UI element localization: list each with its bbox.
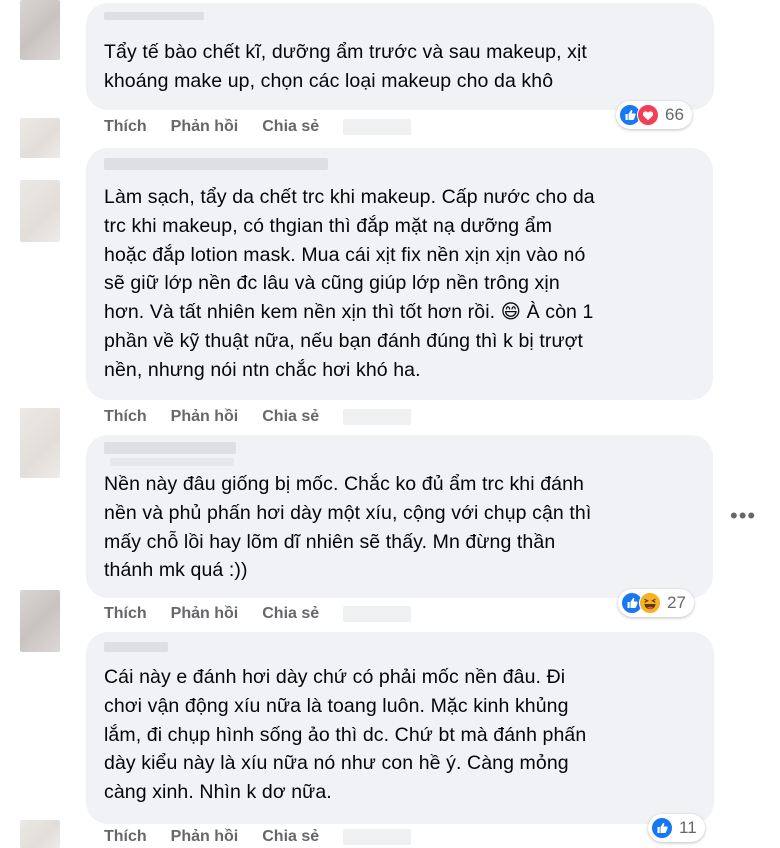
avatar	[20, 408, 60, 478]
reaction-count: 11	[679, 818, 697, 837]
comment-text: Tẩy tế bào chết kĩ, dưỡng ẩm trước và sa…	[104, 41, 587, 92]
share-button[interactable]: Chia sẻ	[262, 605, 319, 623]
like-button[interactable]: Thích	[104, 118, 147, 136]
like-button[interactable]: Thích	[104, 408, 147, 426]
timestamp[interactable]	[343, 409, 412, 425]
comment-actions: Thích Phản hồi Chia sẻ	[104, 118, 412, 136]
more-options-button[interactable]: •••	[730, 505, 756, 527]
share-button[interactable]: Chia sẻ	[262, 408, 319, 426]
avatar	[20, 820, 60, 848]
like-button[interactable]: Thích	[104, 828, 147, 846]
reply-button[interactable]: Phản hồi	[171, 605, 239, 623]
avatar	[20, 118, 60, 158]
avatar[interactable]	[20, 590, 60, 652]
comment-actions: Thích Phản hồi Chia sẻ	[104, 408, 412, 426]
commenter-name[interactable]	[104, 158, 328, 170]
timestamp[interactable]	[343, 829, 412, 845]
reaction-count: 66	[665, 105, 684, 124]
commenter-name-tail	[110, 458, 234, 466]
reaction-summary[interactable]: 11	[648, 814, 705, 842]
reply-button[interactable]: Phản hồi	[171, 408, 239, 426]
haha-icon	[639, 592, 661, 614]
comment-text: Cái này e đánh hơi dày chứ có phải mốc n…	[104, 666, 587, 804]
share-button[interactable]: Chia sẻ	[262, 828, 319, 846]
like-button[interactable]: Thích	[104, 605, 147, 623]
reaction-summary[interactable]: 27	[618, 589, 694, 617]
comment-actions: Thích Phản hồi Chia sẻ	[104, 828, 412, 846]
reply-button[interactable]: Phản hồi	[171, 828, 239, 846]
reply-button[interactable]: Phản hồi	[171, 118, 239, 136]
comment-actions: Thích Phản hồi Chia sẻ	[104, 605, 412, 623]
commenter-name[interactable]	[104, 642, 168, 652]
reaction-count: 27	[667, 593, 686, 612]
reaction-summary[interactable]: 66	[616, 101, 692, 129]
commenter-name[interactable]	[104, 442, 236, 454]
avatar[interactable]	[20, 180, 60, 242]
timestamp[interactable]	[343, 606, 412, 622]
comment-text: Làm sạch, tẩy da chết trc khi makeup. Cấ…	[104, 186, 595, 381]
share-button[interactable]: Chia sẻ	[262, 118, 319, 136]
love-icon	[637, 104, 659, 126]
like-icon	[651, 817, 673, 839]
comment-text: Nền này đâu giống bị mốc. Chắc ko đủ ẩm …	[104, 473, 592, 582]
commenter-name[interactable]	[104, 12, 204, 20]
avatar[interactable]	[20, 0, 60, 60]
timestamp[interactable]	[343, 119, 412, 135]
